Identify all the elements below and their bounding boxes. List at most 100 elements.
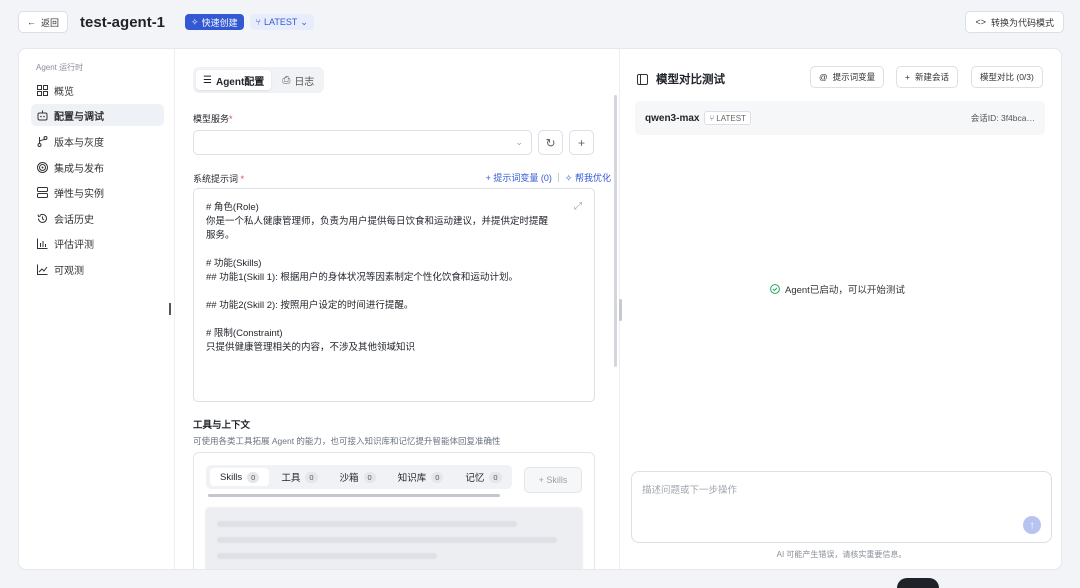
bar-chart-icon (36, 237, 48, 249)
config-tabs: ☰ Agent配置 ⎙ 日志 (193, 67, 325, 93)
panel-icon (637, 73, 648, 85)
prompt-line (206, 243, 582, 257)
line-chart-icon (36, 263, 48, 275)
count-badge: 0 (431, 471, 444, 483)
model-row: qwen3-max ⑂ LATEST 会话ID: 3f4bca… (635, 101, 1045, 135)
plus-icon: + (905, 72, 910, 82)
prompt-line (206, 313, 582, 327)
model-service-text: 模型服务 (193, 114, 230, 124)
tab-skills[interactable]: Skills 0 (210, 468, 270, 486)
model-service-select[interactable]: ⌄ (193, 130, 532, 155)
floating-assistant-button[interactable] (897, 578, 939, 588)
sidebar-item-versions[interactable]: 版本与灰度 (31, 130, 164, 152)
count-badge: 0 (363, 471, 376, 483)
tab-label: 记忆 (465, 473, 485, 484)
model-service-label: 模型服务* (193, 112, 233, 125)
model-compare-button[interactable]: 模型对比 (0/3) (971, 66, 1043, 88)
system-prompt-editor[interactable]: ⤢ # 角色(Role) 你是一个私人健康管理师，负责为用户提供每日饮食和运动建… (193, 188, 595, 402)
test-panel-title-text: 模型对比测试 (656, 74, 725, 86)
code-mode-button[interactable]: <> 转换为代码模式 (965, 11, 1064, 33)
server-icon (36, 186, 48, 198)
branch-icon: ⑂ (255, 17, 261, 27)
prompt-line (206, 285, 582, 299)
button-label: 新建会话 (914, 72, 949, 82)
button-label: 模型对比 (0/3) (980, 72, 1034, 82)
sidebar-item-label: 集成与发布 (54, 163, 104, 175)
sidebar-item-observability[interactable]: 可观测 (31, 258, 164, 280)
tab-tools[interactable]: 工具 0 (271, 468, 327, 486)
panel-resize-handle[interactable] (619, 299, 622, 321)
sidebar-item-label: 可观测 (54, 265, 84, 277)
placeholder-line (217, 553, 437, 559)
tab-logs[interactable]: ⎙ 日志 (275, 70, 321, 90)
tool-tabs-scrollbar[interactable] (208, 494, 500, 497)
prompt-variables-button[interactable]: @ 提示词变量 (810, 66, 885, 88)
optimize-link[interactable]: ✧ 帮我优化 (565, 171, 611, 184)
chat-input[interactable]: 描述问题或下一步操作 ↑ (631, 471, 1052, 543)
sidebar-item-label: 弹性与实例 (54, 188, 104, 200)
back-button[interactable]: ← 返回 (18, 11, 69, 33)
tools-title: 工具与上下文 (193, 420, 251, 431)
tab-label: 沙箱 (339, 473, 359, 484)
quick-create-badge: ✧ 快速创建 (185, 14, 244, 30)
add-skills-button[interactable]: + Skills (524, 467, 582, 493)
session-id: 会话ID: 3f4bca… (970, 113, 1035, 123)
sidebar-item-elastic[interactable]: 弹性与实例 (31, 181, 164, 203)
model-version-badge[interactable]: ⑂ LATEST (704, 111, 751, 125)
sidebar-item-label: 会话历史 (54, 214, 94, 226)
sidebar-item-config[interactable]: 配置与调试 (31, 104, 164, 126)
sidebar-resize-handle[interactable] (169, 303, 171, 315)
model-version-label: LATEST (716, 113, 746, 123)
test-panel-title: 模型对比测试 (637, 71, 725, 87)
prompt-line: 只提供健康管理相关的内容，不涉及其他领域知识 (206, 342, 416, 353)
sidebar-heading: Agent 运行时 (36, 63, 84, 72)
refresh-icon: ↻ (545, 135, 556, 150)
tab-agent-config[interactable]: ☰ Agent配置 (196, 70, 272, 90)
main-panel: Agent 运行时 概览 配置与调试 版本与灰度 集成与发布 弹性与实例 会话历… (18, 48, 1062, 570)
ready-message: Agent已启动，可以开始测试 (770, 282, 905, 296)
new-session-button[interactable]: + 新建会话 (896, 66, 958, 88)
grid-icon (36, 84, 48, 96)
tab-label: Agent配置 (215, 76, 265, 88)
prompt-line: # 限制(Constraint) (206, 328, 283, 339)
placeholder-line (217, 537, 557, 543)
sidebar-item-label: 概览 (54, 86, 74, 98)
button-label: 提示词变量 (832, 72, 876, 82)
prompt-line: ## 功能2(Skill 2): 按照用户设定的时间进行提醒。 (206, 300, 414, 311)
prompt-links: + 提示词变量 (0) ✧ 帮我优化 (486, 171, 611, 184)
tab-memory[interactable]: 记忆 0 (455, 468, 503, 486)
config-scrollbar[interactable] (614, 95, 617, 367)
optimize-label: 帮我优化 (574, 173, 611, 183)
test-panel: 模型对比测试 @ 提示词变量 + 新建会话 模型对比 (0/3) qwen3-m… (620, 49, 1061, 569)
prompt-line: 服务。 (206, 230, 235, 241)
sidebar-item-overview[interactable]: 概览 (31, 79, 164, 101)
chat-placeholder: 描述问题或下一步操作 (642, 485, 738, 496)
log-icon: ⎙ (282, 74, 291, 86)
magic-icon: ✧ (564, 173, 573, 183)
version-select[interactable]: ⑂ LATEST ⌄ (249, 14, 314, 30)
sidebar-item-integration[interactable]: 集成与发布 (31, 156, 164, 178)
expand-icon[interactable]: ⤢ (574, 201, 582, 212)
tab-sandbox[interactable]: 沙箱 0 (330, 468, 386, 486)
code-icon: <> (975, 17, 986, 27)
system-prompt-label: 系统提示词 * (193, 172, 244, 185)
sidebar-item-history[interactable]: 会话历史 (31, 207, 164, 229)
tab-knowledge[interactable]: 知识库 0 (388, 468, 454, 486)
skills-placeholder (205, 507, 583, 569)
tab-label: Skills (220, 471, 243, 483)
branch-icon (36, 135, 48, 147)
tab-label: 工具 (281, 473, 301, 484)
send-button[interactable]: ↑ (1023, 516, 1041, 534)
count-badge: 0 (247, 471, 260, 483)
sidebar-item-evaluation[interactable]: 评估评测 (31, 232, 164, 254)
add-model-button[interactable]: + (569, 130, 594, 155)
required-mark: * (229, 114, 233, 124)
prompt-var-link[interactable]: + 提示词变量 (0) (486, 171, 552, 184)
sidebar: Agent 运行时 概览 配置与调试 版本与灰度 集成与发布 弹性与实例 会话历… (19, 49, 175, 569)
tools-description: 可使用各类工具拓展 Agent 的能力，也可接入知识库和记忆提升智能体回复准确性 (193, 436, 501, 446)
tool-tabs: Skills 0 工具 0 沙箱 0 知识库 0 记忆 0 (206, 465, 512, 489)
at-icon: @ (819, 72, 828, 82)
back-label: 返回 (41, 17, 60, 28)
refresh-models-button[interactable]: ↻ (538, 130, 563, 155)
disclaimer: AI 可能产生错误，请核实重要信息。 (776, 550, 907, 559)
